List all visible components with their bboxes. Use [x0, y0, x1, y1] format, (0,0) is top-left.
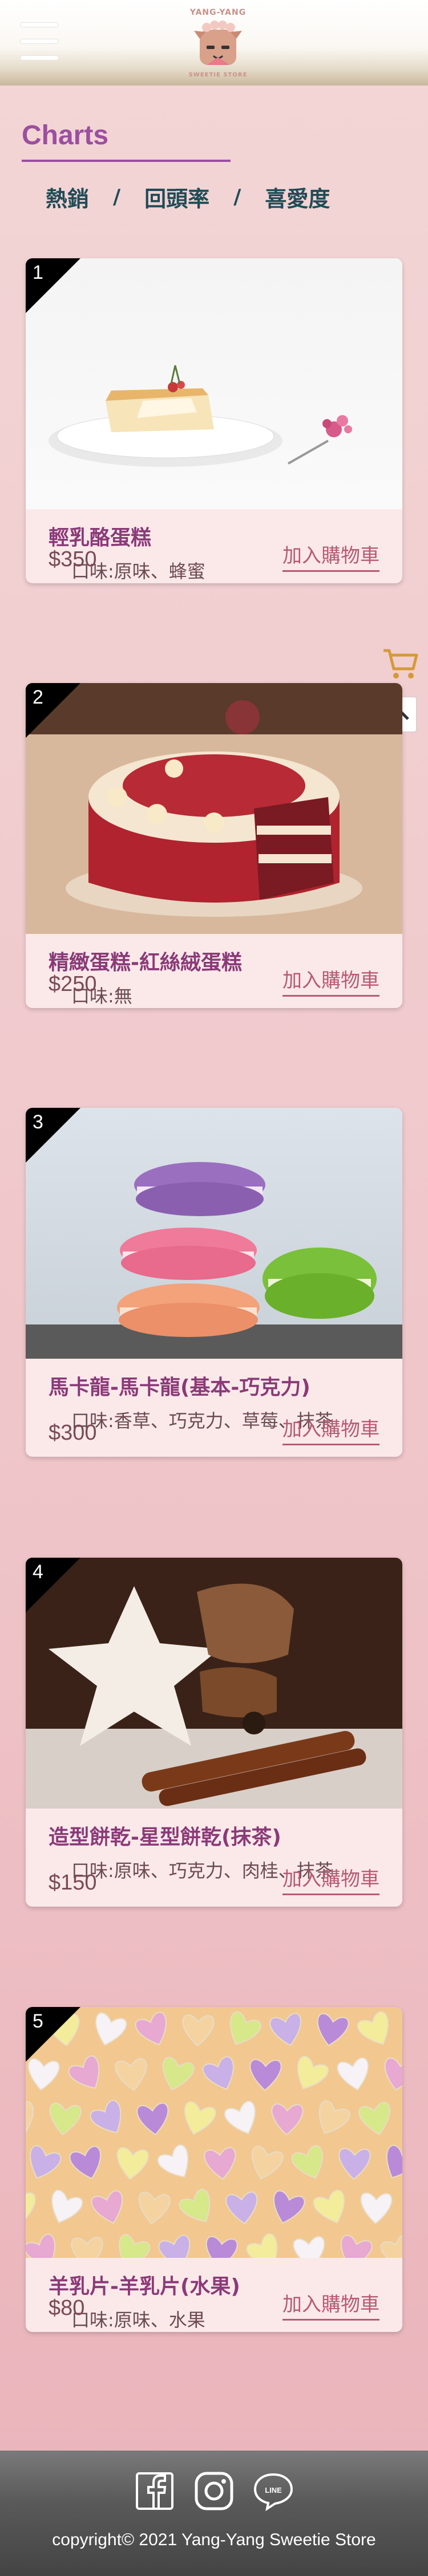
- add-to-cart-button[interactable]: 加入購物車: [282, 1413, 379, 1445]
- product-card[interactable]: 5 羊乳片-羊乳片(水果) 口味:原味、水果 $80 加入購物車: [26, 2007, 402, 2332]
- site-footer: LINE copyright© 2021 Yang-Yang Sweetie S…: [0, 2451, 428, 2576]
- tab-return-rate[interactable]: 回頭率: [144, 181, 209, 213]
- logo-top-text: YANG-YANG: [189, 8, 247, 17]
- menu-line: [21, 39, 58, 43]
- shopping-cart-icon[interactable]: [381, 646, 420, 682]
- product-price: $80: [49, 2296, 85, 2320]
- store-logo[interactable]: YANG-YANG SWEETIE STORE: [184, 8, 252, 81]
- tab-best-selling[interactable]: 熱銷: [46, 181, 89, 213]
- product-footer: $150 加入購物車: [49, 1867, 379, 1895]
- rank-number: 1: [33, 262, 43, 283]
- product-footer: $300 加入購物車: [49, 1417, 379, 1445]
- product-image[interactable]: 4: [26, 1558, 402, 1809]
- add-to-cart-button[interactable]: 加入購物車: [282, 540, 379, 572]
- menu-line: [21, 56, 58, 60]
- add-to-cart-button[interactable]: 加入購物車: [282, 1863, 379, 1895]
- rank-number: 3: [33, 1111, 43, 1133]
- title-underline: [22, 160, 231, 162]
- line-icon[interactable]: LINE: [253, 2471, 293, 2511]
- facebook-icon[interactable]: [135, 2471, 175, 2511]
- logo-bottom-text: SWEETIE STORE: [188, 72, 248, 78]
- hamburger-menu-icon[interactable]: [21, 23, 58, 62]
- product-name[interactable]: 馬卡龍-馬卡龍(基本-巧克力): [49, 1375, 379, 1401]
- chart-filter-tabs: 熱銷 / 回頭率 / 喜愛度: [46, 181, 330, 212]
- product-price: $150: [49, 1871, 97, 1895]
- tab-popularity[interactable]: 喜愛度: [265, 181, 330, 213]
- instagram-icon[interactable]: [194, 2471, 234, 2511]
- product-footer: $80 加入購物車: [49, 2292, 379, 2321]
- sheep-logo-icon: [194, 21, 242, 65]
- product-name[interactable]: 造型餅乾-星型餅乾(抹茶): [49, 1825, 379, 1851]
- product-image[interactable]: 1: [26, 258, 402, 509]
- product-price: $300: [49, 1421, 97, 1445]
- rank-number: 2: [33, 686, 43, 708]
- product-price: $350: [49, 547, 97, 571]
- product-image[interactable]: 5: [26, 2007, 402, 2258]
- add-to-cart-button[interactable]: 加入購物車: [282, 965, 379, 997]
- product-image[interactable]: 3: [26, 1108, 402, 1359]
- cheesecake-image: [26, 258, 402, 509]
- svg-text:LINE: LINE: [265, 2486, 282, 2494]
- macaron-image: [26, 1108, 402, 1359]
- rank-number: 4: [33, 1561, 43, 1583]
- menu-line: [21, 23, 58, 27]
- heart-candy-image: [26, 2007, 402, 2258]
- rank-number: 5: [33, 2010, 43, 2032]
- product-card[interactable]: 3 馬卡龍-馬卡龍(基本-巧克力) 口味:香草、巧克力、草莓、抹茶 $300 加…: [26, 1108, 402, 1457]
- product-price: $250: [49, 972, 97, 996]
- product-footer: $350 加入購物車: [49, 543, 379, 572]
- product-footer: $250 加入購物車: [49, 968, 379, 997]
- product-card[interactable]: 2 精緻蛋糕-紅絲絨蛋糕 口味:無 $250 加入購物車: [26, 683, 402, 1008]
- product-card[interactable]: 4 造型餅乾-星型餅乾(抹茶) 口味:原味、巧克力、肉桂、抹茶 $150 加入購…: [26, 1558, 402, 1907]
- site-header: YANG-YANG SWEETIE STORE: [0, 0, 428, 86]
- tab-separator: /: [113, 185, 121, 209]
- tab-separator: /: [233, 185, 241, 209]
- copyright-text: copyright© 2021 Yang-Yang Sweetie Store: [52, 2530, 376, 2549]
- product-image[interactable]: 2: [26, 683, 402, 934]
- star-cookie-image: [26, 1558, 402, 1809]
- product-card[interactable]: 1 輕乳酪蛋糕 口味:原味、蜂蜜 $350 加入購物車: [26, 258, 402, 583]
- page-title: Charts: [22, 120, 109, 151]
- add-to-cart-button[interactable]: 加入購物車: [282, 2289, 379, 2321]
- red-velvet-cake-image: [26, 683, 402, 934]
